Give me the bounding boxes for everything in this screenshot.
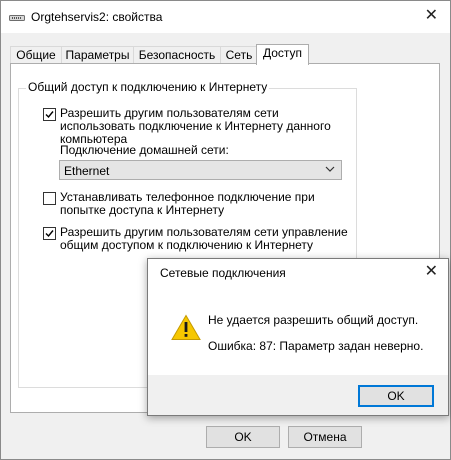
- allow-control-label-line2[interactable]: общим доступом к подключению к Интернету: [60, 239, 313, 252]
- dialog-title: Сетевые подключения: [160, 266, 286, 280]
- dialog-error-text: Ошибка: 87: Параметр задан неверно.: [208, 339, 424, 353]
- tab-label: Сеть: [225, 48, 253, 62]
- dialog-message: Не удается разрешить общий доступ.: [208, 313, 419, 327]
- tab-network[interactable]: Сеть: [220, 46, 258, 64]
- chevron-down-icon: [325, 166, 335, 172]
- close-icon[interactable]: ✕: [425, 8, 438, 24]
- checkmark-icon: [45, 111, 54, 119]
- checkmark-icon: [45, 230, 54, 238]
- warning-icon: [171, 314, 201, 340]
- ics-group-label: Общий доступ к подключению к Интернету: [26, 80, 270, 94]
- tab-parameters[interactable]: Параметры: [61, 46, 134, 64]
- ok-button[interactable]: OK: [206, 426, 280, 448]
- tab-label: Общие: [16, 48, 56, 62]
- allow-share-checkbox[interactable]: [43, 108, 56, 121]
- home-network-label: Подключение домашней сети:: [60, 143, 229, 157]
- dialog-ok-button[interactable]: OK: [358, 385, 434, 407]
- allow-control-checkbox[interactable]: [43, 227, 56, 240]
- close-icon[interactable]: ✕: [425, 264, 438, 280]
- window-title: Orgtehservis2: свойства: [31, 10, 163, 24]
- tab-sharing[interactable]: Доступ: [256, 44, 309, 65]
- network-connections-dialog: Сетевые подключения ✕ Не удается разреши…: [147, 258, 449, 416]
- tab-label: Доступ: [262, 46, 303, 60]
- tab-label: Безопасность: [138, 48, 216, 62]
- dialog-body: Не удается разрешить общий доступ. Ошибк…: [148, 287, 448, 375]
- dialup-label-line2[interactable]: попытке доступа к Интернету: [60, 204, 224, 217]
- title-bar: Orgtehservis2: свойства ✕: [1, 1, 450, 33]
- cancel-button[interactable]: Отмена: [288, 426, 362, 448]
- dialog-title-bar: Сетевые подключения ✕: [148, 259, 448, 287]
- dialup-checkbox[interactable]: [43, 192, 56, 205]
- tab-general[interactable]: Общие: [10, 46, 62, 64]
- network-connection-icon: [9, 15, 25, 21]
- home-network-select[interactable]: Ethernet: [59, 160, 342, 180]
- home-network-value: Ethernet: [64, 164, 110, 178]
- tab-security[interactable]: Безопасность: [133, 46, 221, 64]
- tab-label: Параметры: [65, 48, 130, 62]
